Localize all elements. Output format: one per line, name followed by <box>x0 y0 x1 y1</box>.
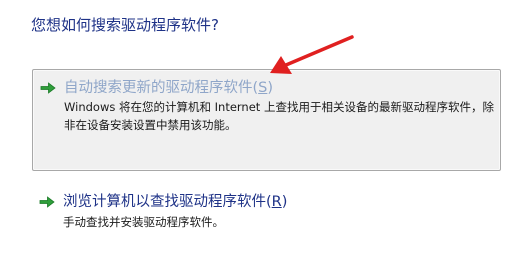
browse-computer-description: 手动查找并安装驱动程序软件。 <box>63 215 224 229</box>
title-text: 浏览计算机以查找驱动程序软件( <box>63 194 272 210</box>
driver-search-dialog: 您想如何搜索驱动程序软件? 自动搜索更新的驱动程序软件(S) Windows 将… <box>0 0 520 254</box>
search-automatically-description: Windows 将在您的计算机和 Internet 上查找用于相关设备的最新驱动… <box>64 100 494 132</box>
accesskey-letter: S <box>258 80 268 96</box>
title-text: 自动搜索更新的驱动程序软件( <box>64 80 259 96</box>
search-automatically-title: 自动搜索更新的驱动程序软件(S) <box>64 76 273 97</box>
accesskey-letter: R <box>271 194 282 210</box>
browse-computer-title: 浏览计算机以查找驱动程序软件(R) <box>63 190 287 211</box>
title-close-paren: ) <box>281 194 288 210</box>
question-heading: 您想如何搜索驱动程序软件? <box>31 16 219 34</box>
search-automatically-option[interactable]: 自动搜索更新的驱动程序软件(S) Windows 将在您的计算机和 Intern… <box>32 69 501 171</box>
green-arrow-icon <box>39 196 55 208</box>
title-close-paren: ) <box>267 80 274 96</box>
browse-computer-option[interactable]: 浏览计算机以查找驱动程序软件(R) 手动查找并安装驱动程序软件。 <box>32 188 501 238</box>
green-arrow-icon <box>40 82 56 94</box>
